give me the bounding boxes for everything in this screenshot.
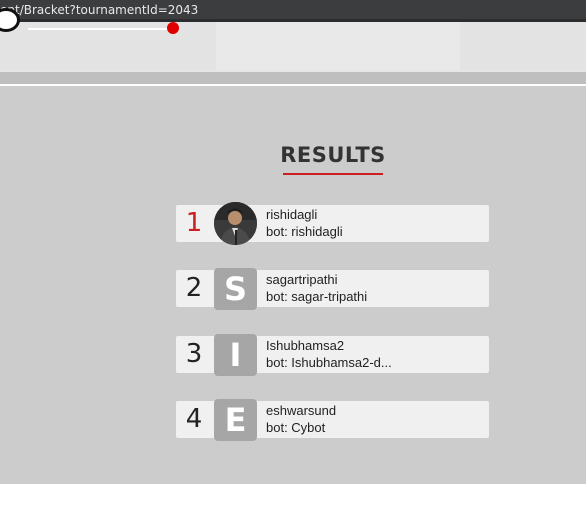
result-row-3[interactable]: 3 I Ishubhamsa2 bot: Ishubhamsa2-d... bbox=[176, 334, 489, 376]
avatar: S bbox=[214, 268, 257, 310]
nav-segment[interactable] bbox=[460, 22, 586, 70]
player-name[interactable]: Ishubhamsa2 bbox=[266, 338, 344, 353]
result-row-1[interactable]: 1 rishidagli bot: rishidagli bbox=[176, 202, 489, 245]
rank-number: 3 bbox=[185, 339, 203, 369]
player-name[interactable]: rishidagli bbox=[266, 207, 317, 222]
rank-number: 4 bbox=[185, 404, 203, 434]
page-footer bbox=[0, 484, 586, 514]
nav-segment[interactable] bbox=[216, 22, 460, 70]
user-photo-icon bbox=[214, 202, 257, 245]
browser-url-bar[interactable]: ent/Bracket?tournamentId=2043 bbox=[0, 0, 586, 22]
results-section: RESULTS 1 rishidagli bot: rishidagli 2 S… bbox=[0, 86, 586, 484]
url-text[interactable]: ent/Bracket?tournamentId=2043 bbox=[0, 1, 198, 20]
result-row-2[interactable]: 2 S sagartripathi bot: sagar-tripathi bbox=[176, 268, 489, 310]
bot-name: bot: Cybot bbox=[266, 420, 326, 435]
bot-name: bot: rishidagli bbox=[266, 224, 343, 239]
header-divider bbox=[0, 72, 586, 84]
rank-number: 1 bbox=[185, 208, 203, 238]
player-name[interactable]: sagartripathi bbox=[266, 272, 338, 287]
avatar: E bbox=[214, 399, 257, 441]
bot-name: bot: sagar-tripathi bbox=[266, 289, 368, 304]
progress-track bbox=[28, 28, 172, 30]
top-navigation bbox=[0, 8, 586, 72]
avatar bbox=[214, 202, 257, 245]
rank-number: 2 bbox=[185, 273, 203, 303]
player-name[interactable]: eshwarsund bbox=[266, 403, 336, 418]
page-title: RESULTS bbox=[280, 143, 386, 167]
bot-name: bot: Ishubhamsa2-d... bbox=[266, 355, 392, 370]
result-row-4[interactable]: 4 E eshwarsund bot: Cybot bbox=[176, 399, 489, 441]
avatar: I bbox=[214, 334, 257, 376]
title-underline bbox=[283, 173, 383, 175]
notification-dot-icon bbox=[167, 22, 179, 34]
